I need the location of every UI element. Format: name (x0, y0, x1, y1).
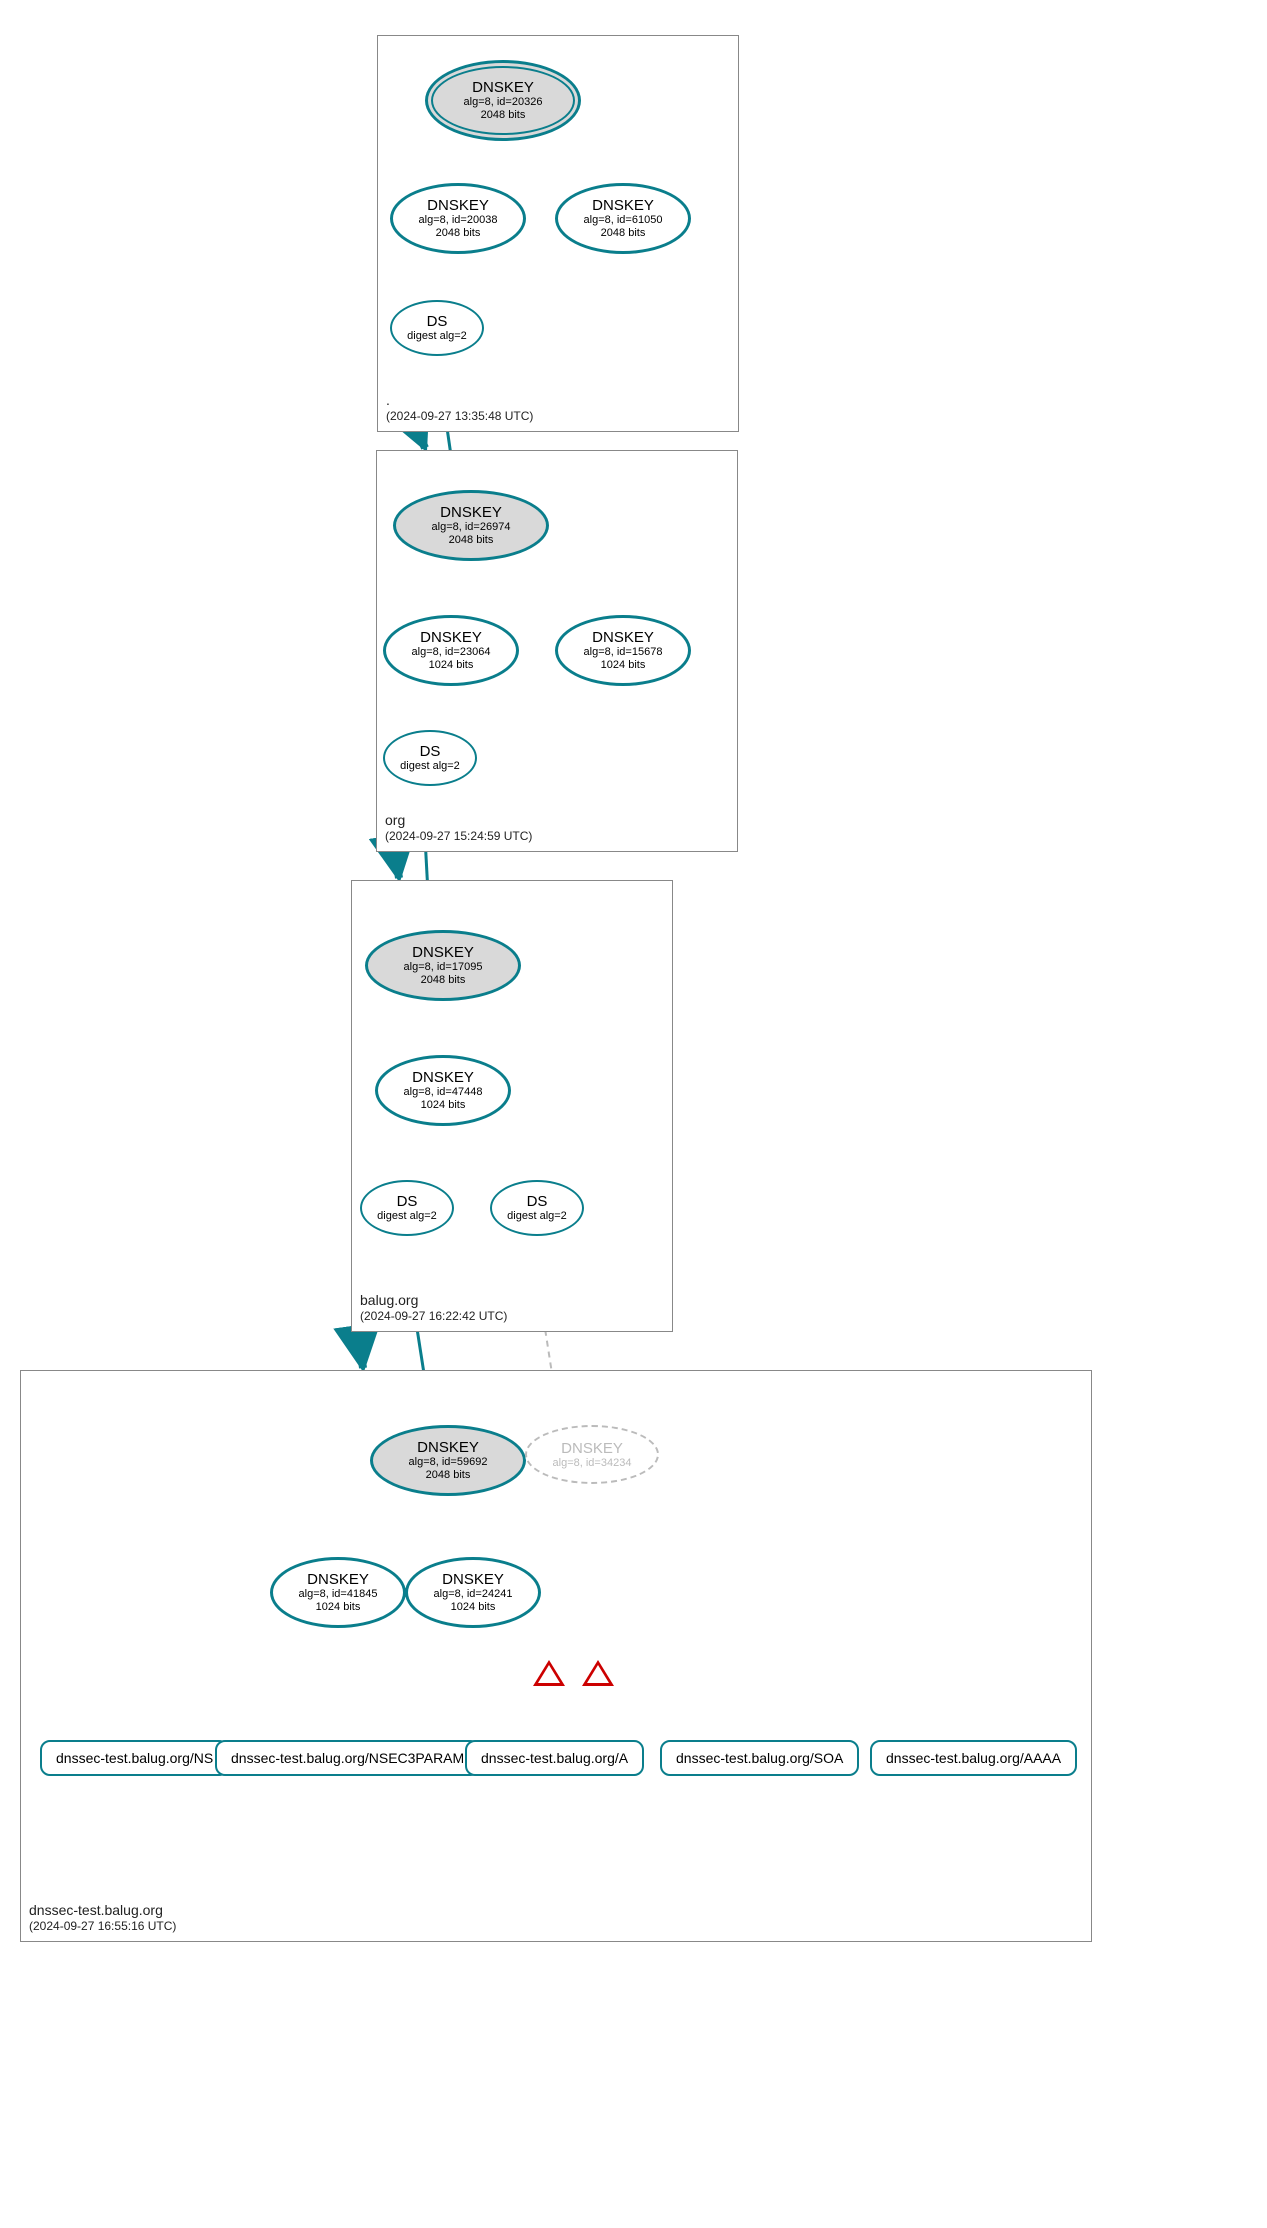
rrset-aaaa[interactable]: dnssec-test.balug.org/AAAA (870, 1740, 1077, 1776)
ds-root[interactable]: DS digest alg=2 (390, 300, 484, 356)
dnskey-root-zsk2[interactable]: DNSKEY alg=8, id=61050 2048 bits (555, 183, 691, 254)
dnskey-leaf-missing[interactable]: DNSKEY alg=8, id=34234 (525, 1425, 659, 1484)
dnskey-root-zsk1[interactable]: DNSKEY alg=8, id=20038 2048 bits (390, 183, 526, 254)
dnskey-org-zsk1[interactable]: DNSKEY alg=8, id=23064 1024 bits (383, 615, 519, 686)
dnskey-balug-ksk[interactable]: DNSKEY alg=8, id=17095 2048 bits (365, 930, 521, 1001)
zone-leaf-label: dnssec-test.balug.org (2024-09-27 16:55:… (29, 1901, 176, 1935)
dnskey-leaf-zsk2[interactable]: DNSKEY alg=8, id=24241 1024 bits (405, 1557, 541, 1628)
rrset-soa[interactable]: dnssec-test.balug.org/SOA (660, 1740, 859, 1776)
zone-root-label: . (2024-09-27 13:35:48 UTC) (386, 391, 533, 425)
ds-balug-2[interactable]: DS digest alg=2 (490, 1180, 584, 1236)
ds-balug-1[interactable]: DS digest alg=2 (360, 1180, 454, 1236)
dnskey-root-ksk[interactable]: DNSKEY alg=8, id=20326 2048 bits (425, 60, 581, 141)
dnskey-leaf-ksk[interactable]: DNSKEY alg=8, id=59692 2048 bits (370, 1425, 526, 1496)
zone-balug-label: balug.org (2024-09-27 16:22:42 UTC) (360, 1291, 507, 1325)
dnskey-org-ksk[interactable]: DNSKEY alg=8, id=26974 2048 bits (393, 490, 549, 561)
dnskey-leaf-zsk1[interactable]: DNSKEY alg=8, id=41845 1024 bits (270, 1557, 406, 1628)
rrset-a[interactable]: dnssec-test.balug.org/A (465, 1740, 644, 1776)
rrset-ns[interactable]: dnssec-test.balug.org/NS (40, 1740, 229, 1776)
ds-org[interactable]: DS digest alg=2 (383, 730, 477, 786)
warning-icon[interactable] (533, 1660, 565, 1686)
zone-org-label: org (2024-09-27 15:24:59 UTC) (385, 811, 532, 845)
warning-icon[interactable] (582, 1660, 614, 1686)
dnskey-balug-zsk[interactable]: DNSKEY alg=8, id=47448 1024 bits (375, 1055, 511, 1126)
dnskey-org-zsk2[interactable]: DNSKEY alg=8, id=15678 1024 bits (555, 615, 691, 686)
rrset-nsec3param[interactable]: dnssec-test.balug.org/NSEC3PARAM (215, 1740, 480, 1776)
